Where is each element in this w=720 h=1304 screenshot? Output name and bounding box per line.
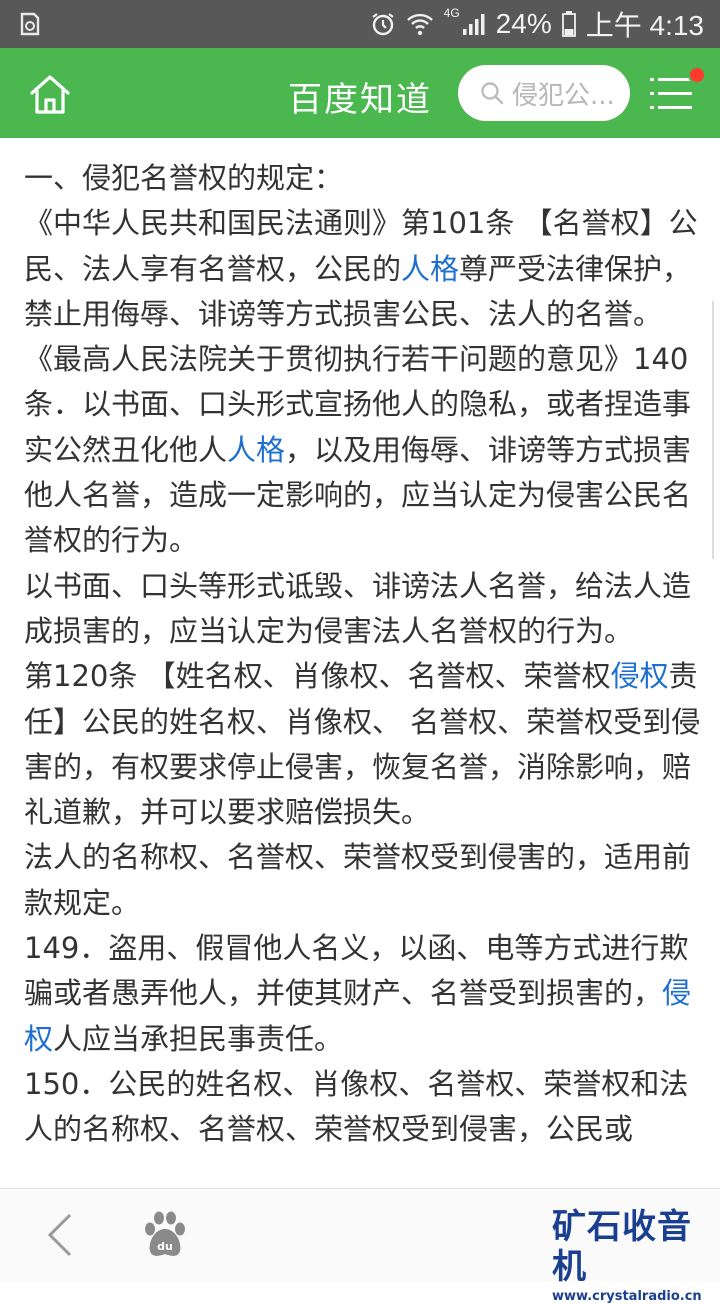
- scrollbar[interactable]: [712, 300, 720, 560]
- menu-icon: [650, 78, 692, 109]
- back-button[interactable]: [40, 1211, 88, 1259]
- answer-paragraph: 法人的名称权、名誉权、荣誉权受到侵害的，适用前款规定。: [24, 835, 704, 926]
- page-title: 百度知道: [288, 80, 432, 120]
- answer-paragraph: 149．盗用、假冒他人名义，以函、电等方式进行欺骗或者愚弄他人，并使其财产、名誉…: [24, 926, 704, 1062]
- menu-button[interactable]: [646, 66, 710, 126]
- baidu-paw-icon: du: [145, 1211, 185, 1256]
- signal-icon: [462, 14, 485, 35]
- search-placeholder: 侵犯公...: [512, 80, 615, 111]
- bottom-toolbar: du 矿石收音机 www.crystalradio.cn: [0, 1188, 720, 1304]
- wifi-icon: [406, 11, 434, 37]
- watermark-url: www.crystalradio.cn: [552, 1289, 702, 1304]
- baidu-home-button[interactable]: du: [140, 1209, 190, 1259]
- app-bar: 百度知道 侵犯公...: [0, 48, 720, 138]
- paragraph-text: 以书面、口头等形式诋毁、诽谤法人名誉，给法人造成损害的，应当认定为侵害法人名誉权…: [24, 568, 692, 648]
- answer-paragraph: 《最高人民法院关于贯彻执行若干问题的意见》140条．以书面、口头形式宣扬他人的隐…: [24, 337, 704, 563]
- paragraph-text: 人应当承担民事责任。: [53, 1021, 344, 1056]
- answer-paragraph: 第120条 【姓名权、肖像权、名誉权、荣誉权侵权责任】公民的姓名权、肖像权、 名…: [24, 654, 704, 835]
- watermark-title: 矿石收音机: [552, 1207, 692, 1287]
- paragraph-text: 149．盗用、假冒他人名义，以函、电等方式进行欺骗或者愚弄他人，并使其财产、名誉…: [24, 931, 689, 1011]
- notification-dot: [688, 66, 706, 84]
- keyword-link[interactable]: 侵权: [611, 659, 669, 693]
- battery-percent: 24%: [495, 8, 552, 39]
- answer-paragraph: 150．公民的姓名权、肖像权、名誉权、荣誉权和法人的名称权、名誉权、荣誉权受到侵…: [24, 1062, 704, 1153]
- paragraph-text: 法人的名称权、名誉权、荣誉权受到侵害的，适用前款规定。: [24, 840, 692, 920]
- keyword-link[interactable]: 人格: [401, 252, 459, 286]
- recycle-notification-icon: [16, 10, 44, 38]
- answer-paragraph: 一、侵犯名誉权的规定：: [24, 156, 704, 201]
- watermark-logo: 矿石收音机 www.crystalradio.cn: [552, 1207, 720, 1304]
- status-bar: 4G 24% 上午 4:13: [0, 0, 720, 48]
- paragraph-text: 第120条 【姓名权、肖像权、名誉权、荣誉权: [24, 659, 611, 694]
- alarm-icon: [370, 11, 396, 37]
- home-button[interactable]: [22, 66, 78, 122]
- search-icon: [481, 82, 504, 105]
- paw-label: du: [157, 1240, 173, 1253]
- network-type: 4G: [443, 6, 460, 20]
- cell-signal: 4G: [444, 6, 486, 36]
- answer-paragraph: 《中华人民共和国民法通则》第101条 【名誉权】公民、法人享有名誉权，公民的人格…: [24, 201, 704, 337]
- home-icon: [30, 75, 70, 114]
- battery-icon: [561, 11, 576, 37]
- clock: 上午 4:13: [585, 10, 704, 41]
- paragraph-text: 一、侵犯名誉权的规定：: [24, 161, 344, 195]
- status-icons: 4G 24% 上午 4:13: [370, 0, 704, 48]
- search-input[interactable]: 侵犯公...: [458, 65, 630, 121]
- keyword-link[interactable]: 人格: [227, 433, 285, 467]
- answer-paragraph: 以书面、口头等形式诋毁、诽谤法人名誉，给法人造成损害的，应当认定为侵害法人名誉权…: [24, 564, 704, 655]
- back-icon: [47, 1213, 72, 1257]
- answer-content: 一、侵犯名誉权的规定： 《中华人民共和国民法通则》第101条 【名誉权】公民、法人…: [24, 156, 704, 1153]
- paragraph-text: 150．公民的姓名权、肖像权、名誉权、荣誉权和法人的名称权、名誉权、荣誉权受到侵…: [24, 1066, 689, 1147]
